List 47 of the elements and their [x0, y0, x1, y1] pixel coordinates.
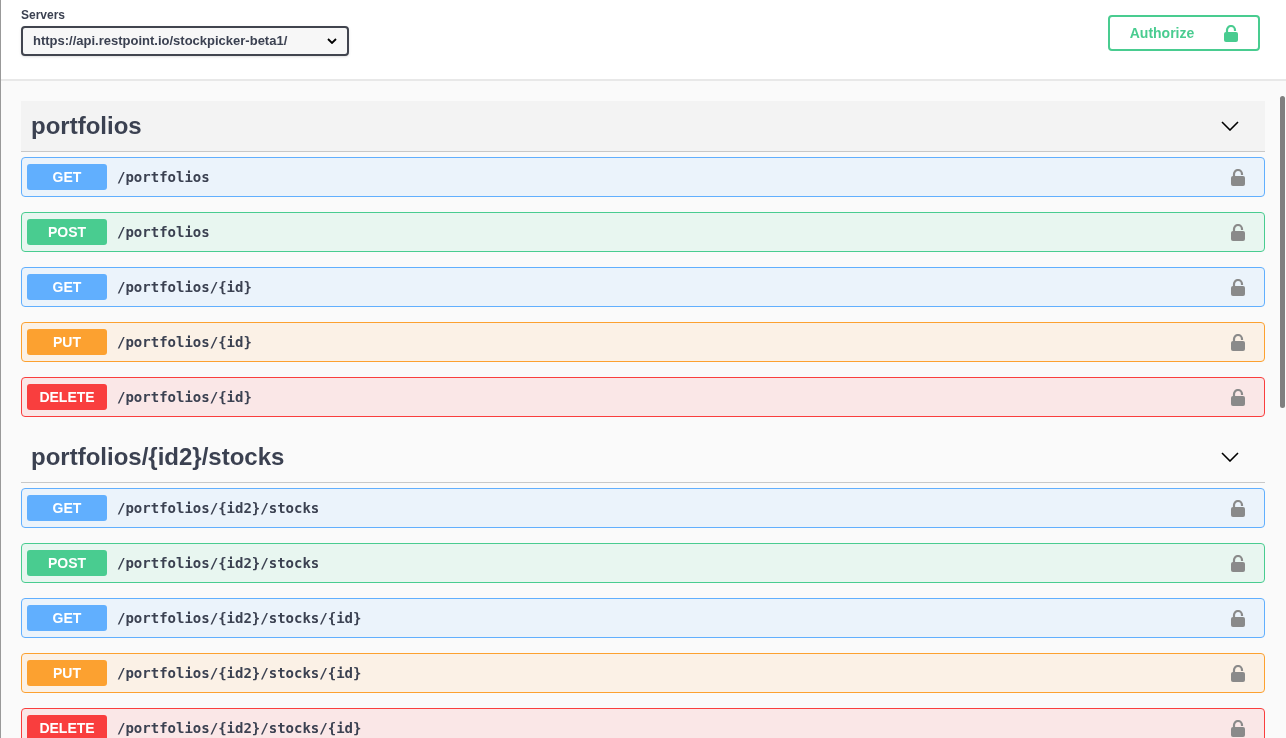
endpoint-path: /portfolios/{id2}/stocks/{id}: [117, 608, 363, 628]
server-select[interactable]: https://api.restpoint.io/stockpicker-beta1/: [21, 26, 349, 56]
chevron-down-icon: [327, 38, 337, 44]
operation-row[interactable]: PUT /portfolios/{id2}/stocks/{id}: [21, 653, 1265, 693]
servers-label: Servers: [21, 7, 67, 24]
lock-icon: [1231, 223, 1245, 241]
method-badge: GET: [27, 495, 107, 521]
lock-icon: [1231, 554, 1245, 572]
section-header[interactable]: portfolios: [21, 101, 1265, 152]
method-badge: GET: [27, 274, 107, 300]
method-badge: DELETE: [27, 715, 107, 738]
lock-icon: [1231, 388, 1245, 406]
endpoint-path: /portfolios/{id2}/stocks/{id}: [117, 663, 363, 683]
method-badge: GET: [27, 605, 107, 631]
section-header[interactable]: portfolios/{id2}/stocks: [21, 432, 1265, 483]
endpoint-path: /portfolios/{id2}/stocks: [117, 498, 321, 518]
lock-icon: [1231, 278, 1245, 296]
method-badge: PUT: [27, 660, 107, 686]
method-badge: DELETE: [27, 384, 107, 410]
lock-icon: [1231, 333, 1245, 351]
operation-row[interactable]: DELETE /portfolios/{id}: [21, 377, 1265, 417]
operation-row[interactable]: DELETE /portfolios/{id2}/stocks/{id}: [21, 708, 1265, 738]
endpoint-path: /portfolios/{id}: [117, 332, 253, 352]
endpoint-path: /portfolios: [117, 167, 211, 187]
operation-row[interactable]: GET /portfolios/{id}: [21, 267, 1265, 307]
endpoint-path: /portfolios/{id2}/stocks/{id}: [117, 718, 363, 738]
endpoint-path: /portfolios: [117, 222, 211, 242]
lock-icon: [1231, 664, 1245, 682]
operation-row[interactable]: PUT /portfolios/{id}: [21, 322, 1265, 362]
method-badge: POST: [27, 550, 107, 576]
operation-row[interactable]: GET /portfolios/{id2}/stocks: [21, 488, 1265, 528]
endpoint-path: /portfolios/{id}: [117, 277, 253, 297]
operation-row[interactable]: POST /portfolios: [21, 212, 1265, 252]
lock-icon: [1224, 24, 1239, 42]
method-badge: GET: [27, 164, 107, 190]
operation-row[interactable]: POST /portfolios/{id2}/stocks: [21, 543, 1265, 583]
lock-icon: [1231, 499, 1245, 517]
endpoint-path: /portfolios/{id2}/stocks: [117, 553, 321, 573]
scrollbar[interactable]: [1280, 96, 1285, 408]
endpoint-path: /portfolios/{id}: [117, 387, 253, 407]
method-badge: PUT: [27, 329, 107, 355]
lock-icon: [1231, 168, 1245, 186]
lock-icon: [1231, 719, 1245, 737]
operation-row[interactable]: GET /portfolios: [21, 157, 1265, 197]
operation-row[interactable]: GET /portfolios/{id2}/stocks/{id}: [21, 598, 1265, 638]
lock-icon: [1231, 609, 1245, 627]
method-badge: POST: [27, 219, 107, 245]
